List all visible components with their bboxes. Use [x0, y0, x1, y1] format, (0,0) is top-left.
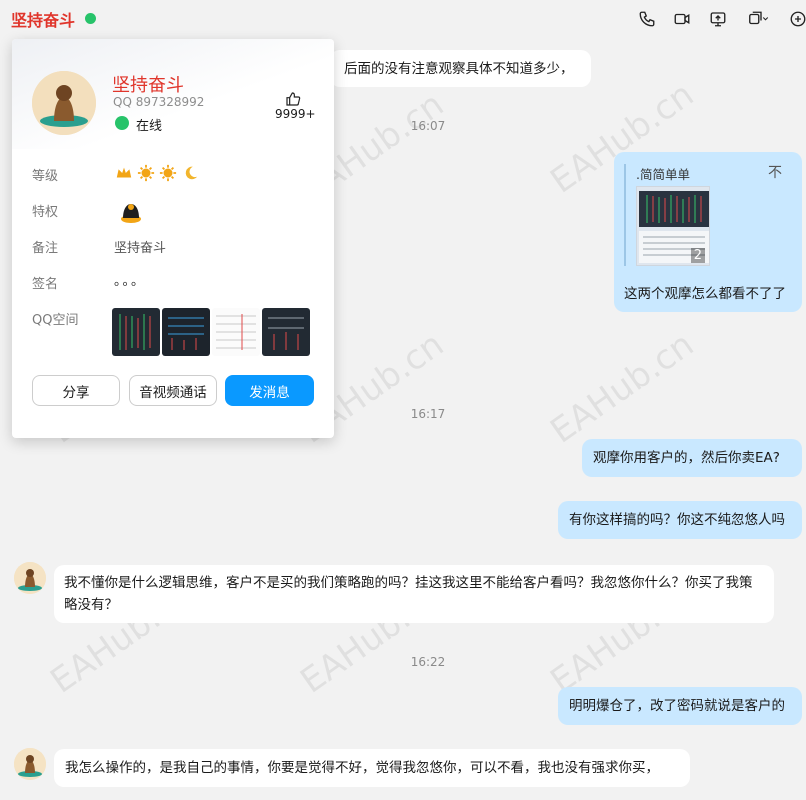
- sun-icon: [137, 164, 155, 182]
- vip-badge-icon: [121, 204, 141, 223]
- timestamp: 16:22: [410, 655, 446, 669]
- quote-author: .简简单单: [636, 167, 690, 182]
- remark-value[interactable]: 坚持奋斗: [114, 237, 166, 256]
- thumbs-up-icon[interactable]: [285, 91, 301, 107]
- online-status-icon: [115, 116, 129, 130]
- chart-thumbnail-icon: [162, 308, 210, 356]
- screen-share-icon[interactable]: [708, 9, 728, 29]
- message-bubble[interactable]: 后面的没有注意观察具体不知道多少，: [330, 50, 591, 87]
- image-count: 2: [690, 248, 705, 263]
- video-icon[interactable]: [672, 9, 692, 29]
- quote-message-bubble[interactable]: .简简单单 不 2 这两个观摩怎么都看不了了: [614, 152, 802, 312]
- privilege-label: 特权: [32, 205, 59, 220]
- add-icon[interactable]: [788, 9, 806, 29]
- message-bubble[interactable]: 观摩你用客户的，然后你卖EA?: [582, 439, 802, 477]
- level-label: 等级: [32, 169, 59, 184]
- signature-value: 。。。: [114, 274, 147, 289]
- share-button[interactable]: 分享: [32, 375, 120, 406]
- quote-bar: [624, 164, 626, 266]
- quote-label: 不: [768, 165, 782, 181]
- qzone-photo[interactable]: [112, 308, 160, 356]
- like-count: 9999+: [275, 107, 316, 121]
- message-bubble[interactable]: 明明爆仓了，改了密码就说是客户的: [558, 687, 802, 725]
- profile-name: 坚持奋斗: [112, 75, 184, 96]
- signature-label: 签名: [32, 277, 59, 292]
- online-status-dot: [85, 13, 96, 24]
- quoted-image[interactable]: 2: [636, 186, 710, 266]
- profile-status: 在线: [136, 119, 163, 134]
- chat-header: 坚持奋斗: [0, 0, 806, 38]
- remark-label: 备注: [32, 241, 59, 256]
- qzone-label: QQ空间: [32, 313, 79, 328]
- message-bubble[interactable]: 我怎么操作的，是我自己的事情，你要是觉得不好，觉得我忽悠你，可以不看，我也没有强…: [54, 749, 690, 787]
- timestamp: 16:07: [410, 119, 446, 133]
- moon-icon: [185, 166, 198, 180]
- qzone-photo[interactable]: [162, 308, 210, 356]
- qzone-photo[interactable]: [212, 308, 260, 356]
- message-bubble[interactable]: 有你这样搞的吗？你这不纯忽悠人吗: [558, 501, 802, 539]
- watermark: EAHub.cn: [543, 324, 702, 452]
- document-thumbnail-icon: [212, 308, 260, 356]
- crown-icon: [116, 167, 132, 178]
- more-window-icon[interactable]: [744, 9, 772, 29]
- person-avatar-icon: [14, 562, 46, 594]
- chat-title[interactable]: 坚持奋斗: [11, 7, 75, 31]
- person-avatar-icon: [32, 71, 96, 135]
- profile-qq-number: QQ 897328992: [113, 95, 205, 109]
- phone-icon[interactable]: [637, 9, 657, 29]
- profile-avatar[interactable]: [32, 71, 96, 135]
- qzone-photo[interactable]: [262, 308, 310, 356]
- message-bubble[interactable]: 我不懂你是什么逻辑思维，客户不是买的我们策略跑的吗？挂这我这里不能给客户看吗？我…: [54, 565, 774, 623]
- chart-thumbnail-icon: [262, 308, 310, 356]
- send-message-button[interactable]: 发消息: [225, 375, 314, 406]
- profile-card[interactable]: 坚持奋斗 QQ 897328992 在线 9999+ 等级 特权 备注 坚持奋斗…: [12, 39, 334, 438]
- message-text: 这两个观摩怎么都看不了了: [624, 286, 786, 302]
- sun-icon: [159, 164, 177, 182]
- avatar[interactable]: [14, 562, 46, 594]
- avatar[interactable]: [14, 748, 46, 780]
- person-avatar-icon: [14, 748, 46, 780]
- call-button[interactable]: 音视频通话: [129, 375, 217, 406]
- timestamp: 16:17: [410, 407, 446, 421]
- chart-thumbnail-icon: [112, 308, 160, 356]
